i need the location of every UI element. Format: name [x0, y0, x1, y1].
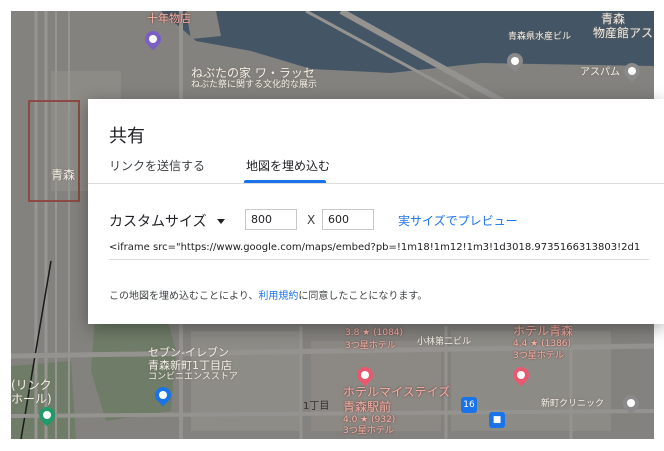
map-label-chome: 1丁目 [303, 401, 330, 412]
map-label-clinic: 新町クリニック [541, 399, 605, 409]
map-label-bussan-2: 物産館アス [593, 26, 654, 40]
caret-down-icon [216, 218, 225, 224]
map-label-hotel-b-star: 3つ星ホテル [513, 351, 564, 361]
map-label-rating-c: 4.0 ★ (932) [343, 415, 396, 425]
map-label-seven-branch: 青森新町1丁目店 [148, 359, 232, 372]
map-label-hotel-a: 3つ星ホテル [345, 341, 396, 351]
size-dropdown[interactable]: カスタムサイズ [109, 211, 225, 231]
tab-send-link[interactable]: リンクを送信する [109, 157, 205, 174]
map-label-aspam: アスパム [580, 67, 620, 78]
map-label-top-left: 十年物店 [147, 12, 191, 25]
embed-code-field[interactable]: <iframe src="https://www.google.com/maps… [109, 239, 649, 260]
width-input[interactable] [245, 209, 297, 230]
map-label-hotel-c: ホテルマイステイズ [343, 385, 451, 399]
terms-agreement-text: この地図を埋め込むことにより、利用規約に同意したことになります。 [109, 287, 427, 302]
agreement-suffix: に同意したことになります。 [298, 291, 428, 302]
map-label-bussan-1: 青森 [601, 12, 626, 26]
dialog-title: 共有 [109, 126, 145, 147]
map-label-rating-a: 3.8 ★ (1084) [345, 328, 404, 338]
map-label-nebuta-desc: ねぶた祭に関する文化的な展示 [191, 80, 318, 90]
map-label-suisan: 青森県水産ビル [508, 32, 572, 42]
map-label-komatsu: 小林第二ビル [417, 337, 472, 347]
height-input[interactable] [322, 209, 374, 230]
share-dialog: 共有 リンクを送信する 地図を埋め込む カスタムサイズ X 実サイズでプレビュー… [88, 99, 664, 324]
tab-embed-map[interactable]: 地図を埋め込む [246, 157, 330, 174]
terms-link[interactable]: 利用規約 [258, 291, 298, 302]
map-label-seven: セブン-イレブン [148, 346, 229, 359]
map-label-hotel-b: ホテル青森 [513, 324, 574, 338]
map-label-hotel-c-area: 青森駅前 [343, 400, 392, 414]
size-separator: X [307, 213, 316, 227]
map-label-nebuta: ねぶたの家 ワ・ラッセ [191, 66, 315, 80]
map-label-aomori-station: 青森 [51, 168, 76, 182]
map-label-rating-b: 4.4 ★ (1386) [513, 339, 572, 349]
tab-divider [88, 183, 664, 184]
map-label-link-2: ホール) [11, 392, 52, 406]
screenshot-frame: 十年物店 ねぶたの家 ワ・ラッセ ねぶた祭に関する文化的な展示 青森県水産ビル … [0, 0, 664, 451]
route-badge: 16 [461, 397, 477, 413]
map-label-seven-type: コンビニエンスストア [148, 372, 238, 382]
size-dropdown-label: カスタムサイズ [109, 214, 207, 230]
station-icon[interactable]: ■ [489, 412, 505, 428]
map-label-link-1: (リンク [11, 378, 52, 392]
agreement-prefix: この地図を埋め込むことにより、 [109, 291, 259, 302]
map-label-hotel-c-star: 3つ星ホテル [343, 426, 394, 436]
preview-actual-size-link[interactable]: 実サイズでプレビュー [398, 212, 518, 229]
